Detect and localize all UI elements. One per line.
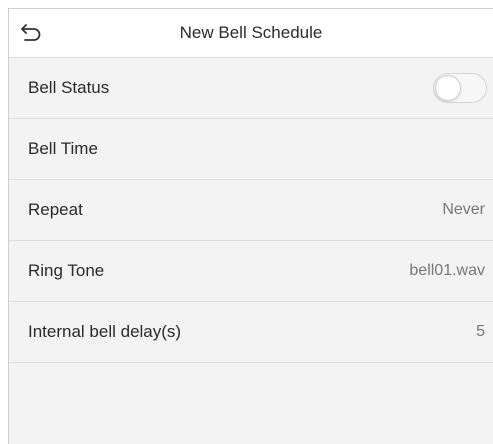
internal-bell-delay-value: 5	[476, 323, 485, 340]
internal-bell-delay-row[interactable]: Internal bell delay(s) 5	[9, 302, 493, 363]
bell-status-toggle[interactable]	[433, 73, 487, 103]
internal-bell-delay-label: Internal bell delay(s)	[28, 322, 182, 341]
repeat-row[interactable]: Repeat Never	[9, 180, 493, 241]
ring-tone-row[interactable]: Ring Tone bell01.wav	[9, 241, 493, 302]
repeat-value: Never	[442, 201, 485, 218]
settings-list: Bell Status Bell Time Repeat Never Ring …	[9, 58, 493, 363]
bell-time-row[interactable]: Bell Time	[9, 119, 493, 180]
ring-tone-value: bell01.wav	[409, 262, 485, 279]
toggle-knob	[435, 75, 461, 101]
bell-status-row[interactable]: Bell Status	[9, 58, 493, 119]
repeat-label: Repeat	[28, 200, 83, 219]
bell-time-label: Bell Time	[28, 139, 98, 158]
header-bar: New Bell Schedule	[9, 9, 493, 58]
screen: New Bell Schedule Bell Status Bell Time …	[8, 8, 493, 444]
ring-tone-label: Ring Tone	[28, 261, 105, 280]
page-title: New Bell Schedule	[179, 23, 323, 42]
bell-status-label: Bell Status	[28, 78, 110, 97]
